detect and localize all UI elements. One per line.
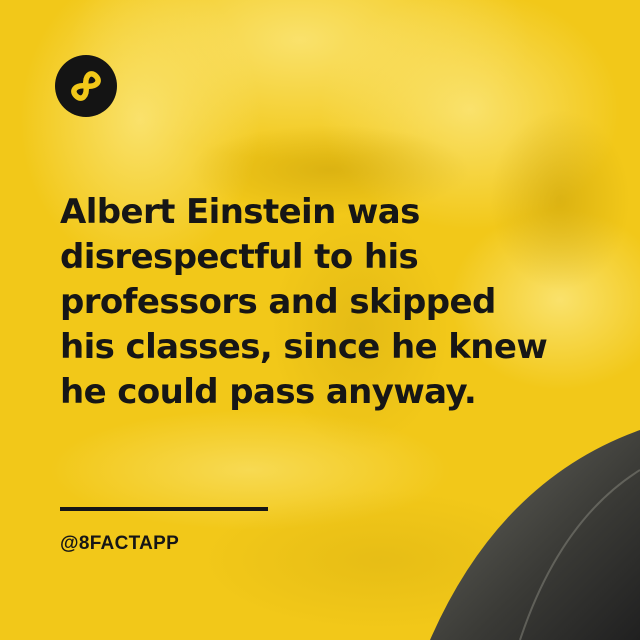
fact-line: disrespectful to his <box>60 237 419 277</box>
social-handle: @8FACTAPP <box>60 533 180 554</box>
app-logo <box>55 55 117 117</box>
divider-line <box>60 507 268 511</box>
fact-line: Albert Einstein was <box>60 192 420 232</box>
fact-text: Albert Einstein was disrespectful to his… <box>60 190 600 415</box>
fact-line: professors and skipped <box>60 282 496 322</box>
fact-line: he could pass anyway. <box>60 372 477 412</box>
infinity-8-icon <box>71 71 101 101</box>
fact-card: Albert Einstein was disrespectful to his… <box>0 0 640 640</box>
fact-line: his classes, since he knew <box>60 327 548 367</box>
